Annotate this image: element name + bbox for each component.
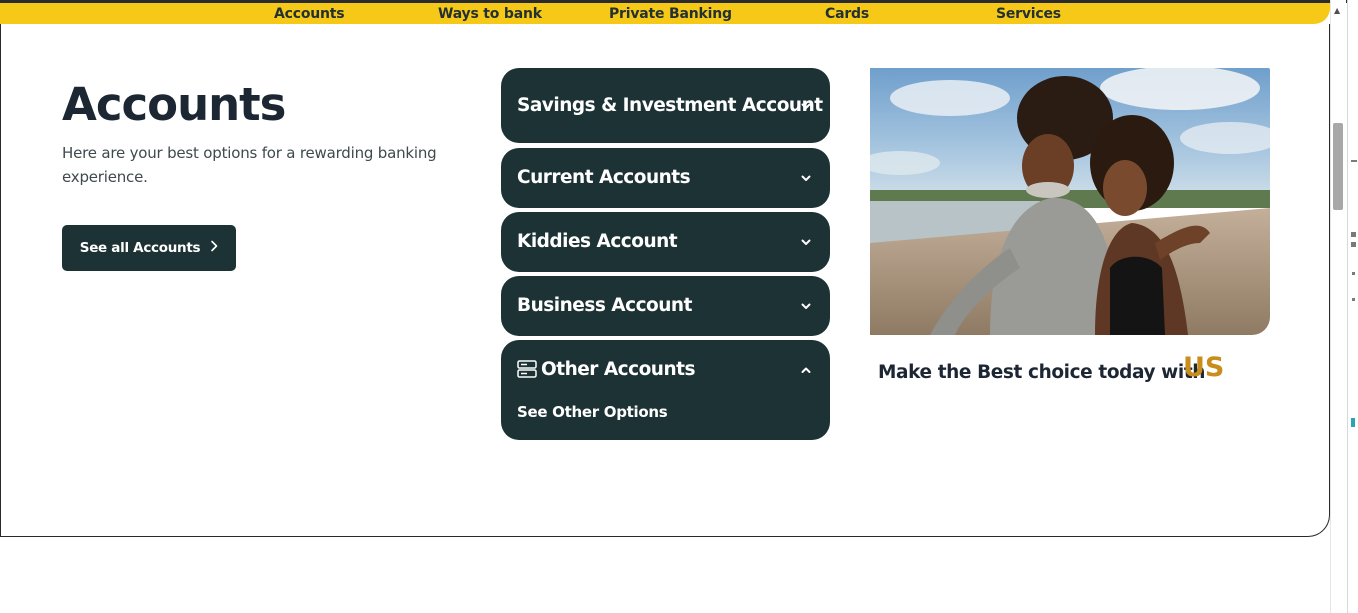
- edge-mark: [1352, 272, 1355, 275]
- accordion-savings-investment[interactable]: Savings & Investment Account: [501, 68, 830, 143]
- accordion-kiddies-account[interactable]: Kiddies Account: [501, 212, 830, 272]
- nav-cards[interactable]: Cards: [825, 6, 869, 22]
- accounts-card-icon: [517, 360, 537, 378]
- accordion-other-accounts-label: Other Accounts: [541, 359, 696, 380]
- edge-mark: [1352, 298, 1355, 301]
- accordion-business-account[interactable]: Business Account: [501, 276, 830, 336]
- scrollbar-thumb[interactable]: [1333, 123, 1343, 210]
- accordion-current-accounts-label: Current Accounts: [517, 167, 691, 188]
- nav-accounts[interactable]: Accounts: [274, 6, 345, 22]
- accordion-kiddies-account-label: Kiddies Account: [517, 231, 678, 252]
- nav-private-banking[interactable]: Private Banking: [609, 6, 732, 22]
- accordion-savings-investment-label: Savings & Investment Account: [517, 95, 823, 116]
- see-other-options-link[interactable]: See Other Options: [517, 403, 668, 421]
- accordion-current-accounts[interactable]: Current Accounts: [501, 148, 830, 208]
- chevron-down-icon: [800, 172, 812, 184]
- nav-ways-to-bank[interactable]: Ways to bank: [438, 6, 542, 22]
- main-nav: Accounts Ways to bank Private Banking Ca…: [0, 3, 1330, 24]
- window-right-edge: [1347, 0, 1358, 613]
- page-description: Here are your best options for a rewardi…: [62, 144, 437, 186]
- chevron-down-icon: [800, 236, 812, 248]
- accordion-business-account-label: Business Account: [517, 295, 692, 316]
- edge-mark: [1351, 242, 1356, 247]
- page-title: Accounts: [62, 78, 286, 131]
- edge-mark: [1351, 418, 1355, 427]
- vertical-scrollbar[interactable]: [1330, 0, 1346, 613]
- edge-mark: [1351, 232, 1356, 237]
- chevron-down-icon: [800, 100, 812, 112]
- promo-tagline: Make the Best choice today with: [878, 362, 1206, 383]
- scroll-up-arrow-icon[interactable]: ▲: [1334, 6, 1340, 15]
- chevron-up-icon: [800, 364, 812, 376]
- edge-mark: [1351, 160, 1357, 162]
- nav-services[interactable]: Services: [996, 6, 1061, 22]
- promo-tagline-highlight: US: [1183, 352, 1225, 383]
- see-all-accounts-label: See all Accounts: [79, 240, 201, 256]
- see-all-accounts-button[interactable]: See all Accounts: [62, 225, 236, 271]
- accordion-other-accounts[interactable]: Other Accounts See Other Options: [501, 340, 830, 440]
- chevron-down-icon: [800, 300, 812, 312]
- promo-photo: [870, 68, 1270, 335]
- chevron-right-icon: [210, 240, 218, 256]
